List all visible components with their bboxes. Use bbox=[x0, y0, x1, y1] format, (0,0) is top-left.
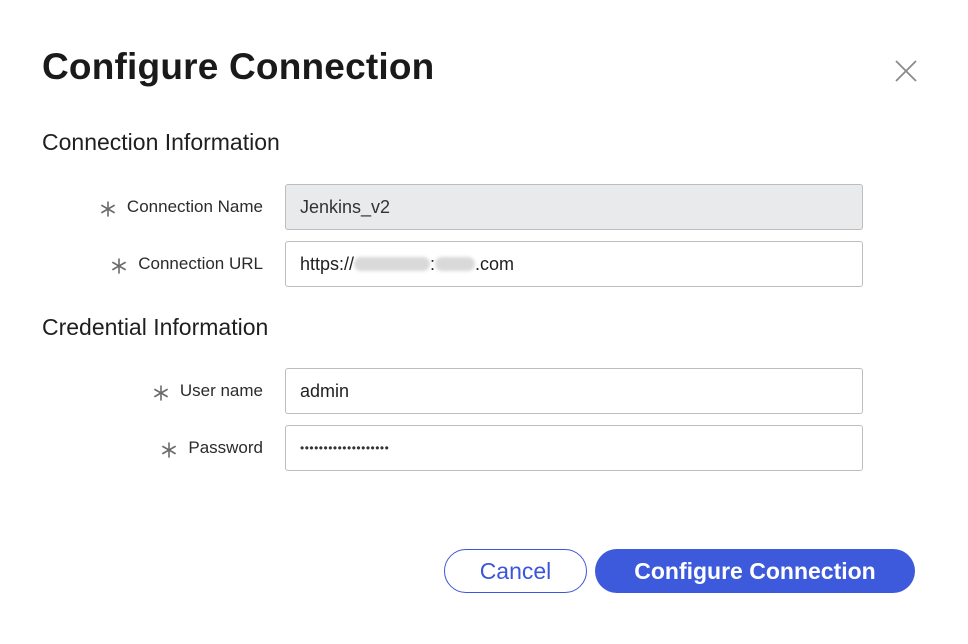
connection-url-row: Connection URL https://: .com bbox=[0, 241, 968, 287]
asterisk-icon bbox=[101, 201, 115, 217]
configure-connection-dialog: Configure Connection Connection Informat… bbox=[0, 0, 968, 644]
password-label-group: Password bbox=[160, 425, 263, 471]
asterisk-icon bbox=[112, 258, 127, 274]
username-row: User name bbox=[0, 368, 968, 414]
password-input[interactable]: ••••••••••••••••••• bbox=[285, 425, 863, 471]
url-suffix: .com bbox=[475, 254, 515, 274]
connection-url-label-group: Connection URL bbox=[110, 241, 263, 287]
close-icon bbox=[895, 60, 917, 82]
connection-name-row: Connection Name bbox=[0, 184, 968, 230]
cancel-button[interactable]: Cancel bbox=[444, 549, 587, 593]
configure-connection-button[interactable]: Configure Connection bbox=[595, 549, 915, 593]
connection-name-input[interactable] bbox=[285, 184, 863, 230]
asterisk-icon bbox=[153, 385, 168, 401]
username-label: User name bbox=[179, 381, 263, 400]
redacted-port bbox=[435, 257, 476, 272]
asterisk-icon bbox=[162, 442, 177, 458]
close-button[interactable] bbox=[890, 55, 922, 87]
password-row: Password ••••••••••••••••••• bbox=[0, 425, 968, 471]
connection-information-heading: Connection Information bbox=[42, 129, 280, 155]
connection-name-label-group: Connection Name bbox=[99, 184, 263, 230]
connection-name-label: Connection Name bbox=[126, 197, 263, 216]
dialog-title: Configure Connection bbox=[42, 46, 435, 87]
connection-url-label: Connection URL bbox=[138, 254, 263, 273]
credential-information-heading: Credential Information bbox=[42, 314, 269, 340]
redacted-host bbox=[354, 257, 431, 272]
connection-url-input[interactable]: https://: .com bbox=[285, 241, 863, 287]
username-label-group: User name bbox=[152, 368, 263, 414]
url-prefix: https:// bbox=[300, 254, 355, 274]
password-label: Password bbox=[188, 438, 263, 457]
username-input[interactable] bbox=[285, 368, 863, 414]
